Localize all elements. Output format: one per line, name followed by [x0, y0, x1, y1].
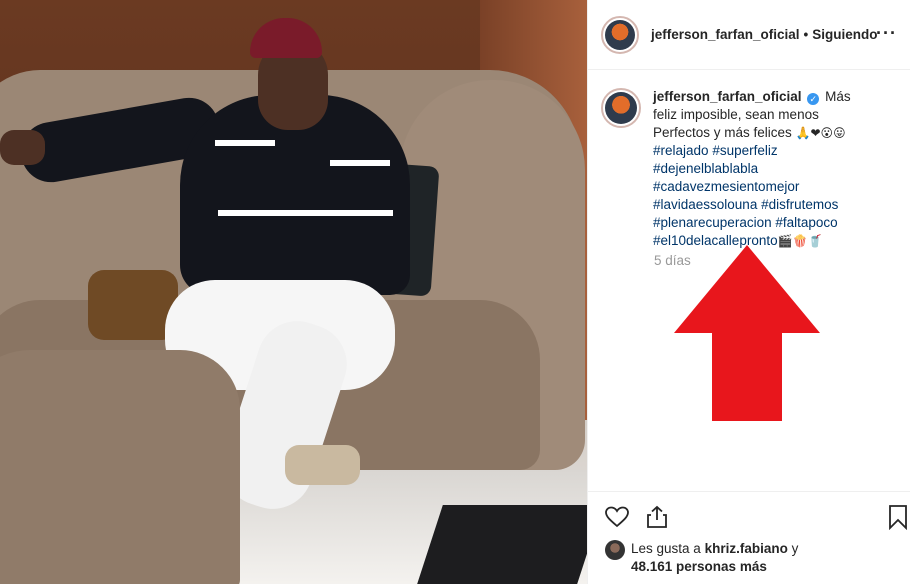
caption-avatar[interactable]	[601, 88, 641, 128]
liker-username[interactable]: khriz.fabiano	[705, 541, 788, 556]
hashtag-link[interactable]: #faltapoco	[775, 215, 837, 230]
likes-prefix: Les gusta a	[631, 541, 701, 556]
likes-summary: Les gusta a khriz.fabiano y 48.161 perso…	[605, 540, 798, 576]
share-icon[interactable]	[644, 504, 670, 530]
likes-text: Les gusta a khriz.fabiano y 48.161 perso…	[631, 540, 798, 576]
post-header: jefferson_farfan_oficial • Siguiendo ···	[588, 0, 910, 70]
avatar[interactable]	[601, 15, 639, 54]
red-arrow-annotation	[674, 245, 820, 421]
caption-block: jefferson_farfan_oficial ✓ Más feliz imp…	[601, 88, 901, 250]
hashtag-link[interactable]: #superfeliz	[712, 143, 777, 158]
person-hand	[0, 130, 45, 165]
hashtag-link[interactable]: #lavidaessolouna	[653, 197, 757, 212]
hoodie-stripe	[330, 160, 390, 166]
hoodie-stripe	[215, 140, 275, 146]
likes-count[interactable]: 48.161 personas más	[631, 559, 767, 574]
hashtag-link[interactable]: #plenarecuperacion	[653, 215, 772, 230]
person-cap	[250, 18, 322, 58]
follow-button[interactable]: Siguiendo	[812, 27, 877, 42]
caption-emojis: 🙏❤😮😛	[795, 126, 846, 140]
hoodie-stripe	[218, 210, 393, 216]
liker-avatar[interactable]	[605, 540, 625, 560]
hashtag-link[interactable]: #disfrutemos	[761, 197, 838, 212]
hashtag-link[interactable]: #relajado	[653, 143, 709, 158]
heart-icon[interactable]	[604, 504, 630, 530]
sofa-front	[0, 350, 240, 584]
likes-and: y	[791, 541, 799, 556]
more-options-icon[interactable]: ···	[876, 24, 897, 42]
caption-text: jefferson_farfan_oficial ✓ Más feliz imp…	[653, 88, 865, 250]
hashtag-link[interactable]: #dejenelblablabla	[653, 161, 758, 176]
bookmark-icon[interactable]	[885, 504, 910, 530]
post-photo[interactable]	[0, 0, 587, 584]
post-sidebar: jefferson_farfan_oficial • Siguiendo ···…	[587, 0, 910, 584]
photo-rug	[417, 505, 587, 584]
caption-username[interactable]: jefferson_farfan_oficial	[653, 89, 802, 104]
person-shoe	[285, 445, 360, 485]
verified-badge-icon: ✓	[807, 93, 820, 105]
hashtag-link[interactable]: #cadavezmesientomejor	[653, 179, 799, 194]
header-separator: •	[803, 27, 809, 42]
action-bar: Les gusta a khriz.fabiano y 48.161 perso…	[588, 491, 910, 584]
header-username[interactable]: jefferson_farfan_oficial	[651, 27, 800, 42]
